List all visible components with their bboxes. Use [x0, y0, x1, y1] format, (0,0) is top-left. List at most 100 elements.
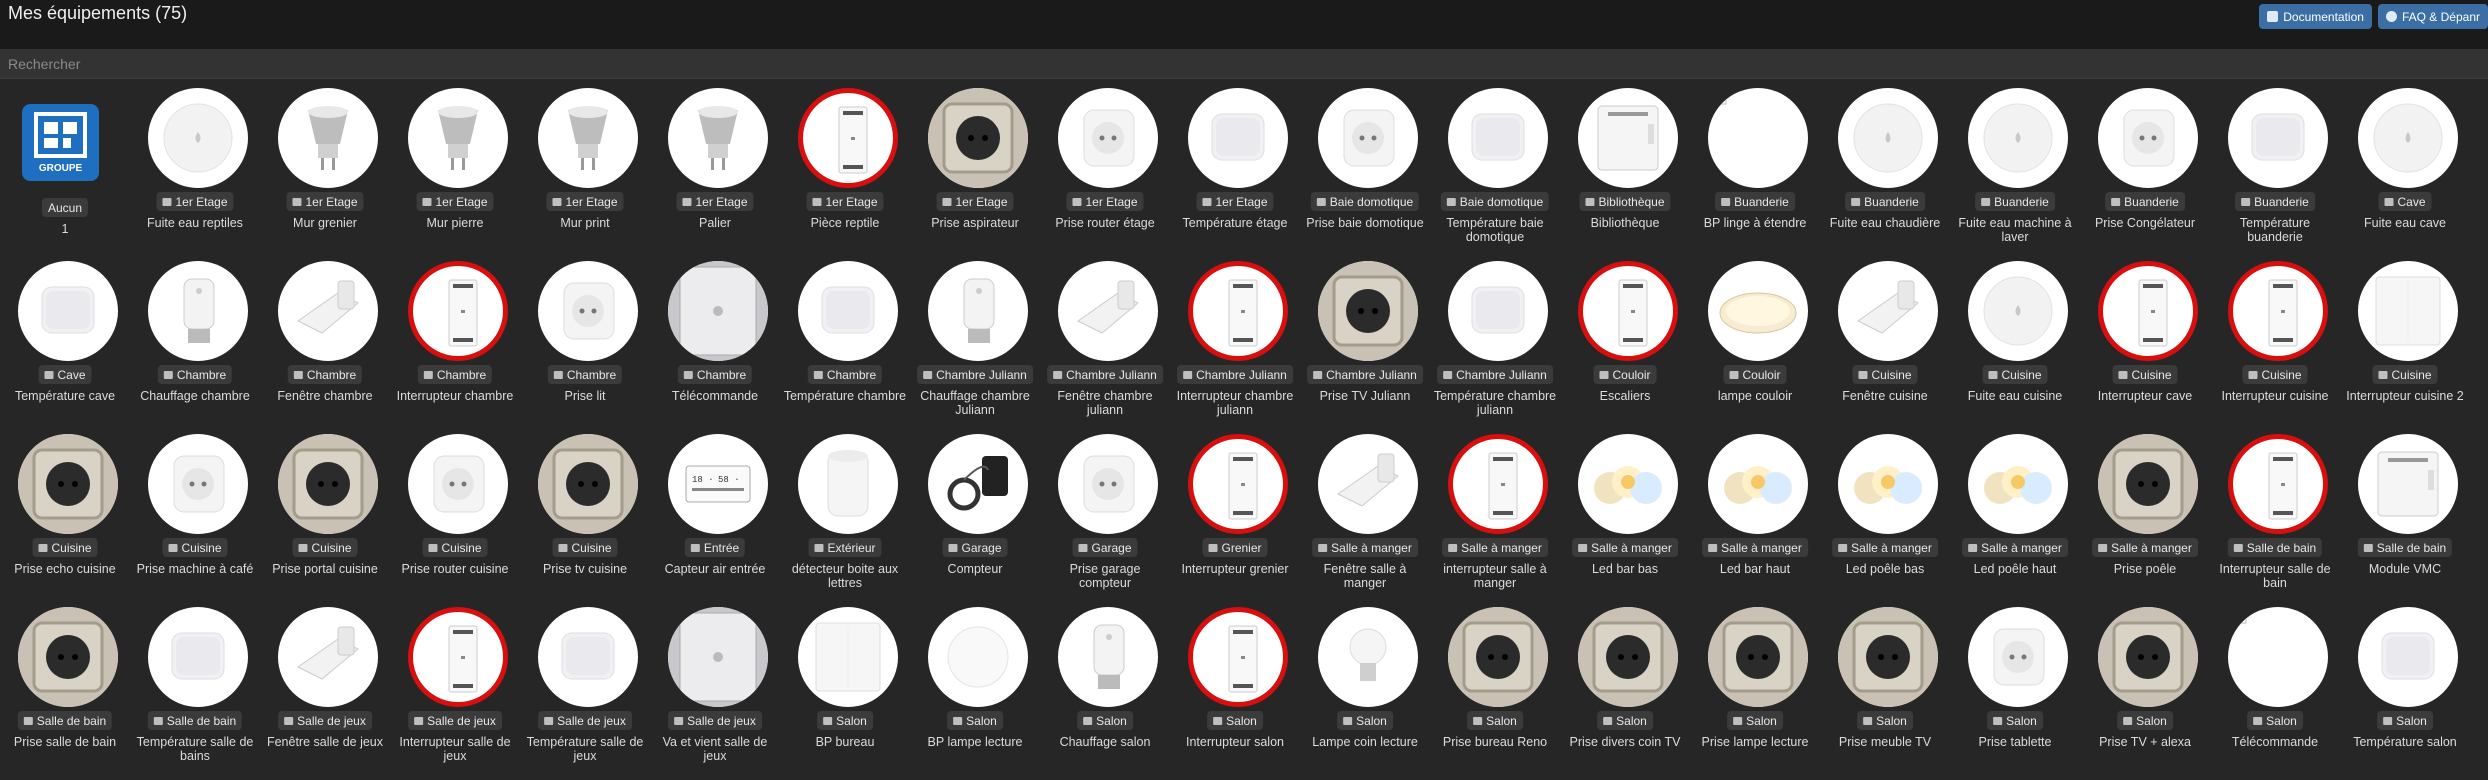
- equipment-image: [1188, 434, 1288, 534]
- equipment-name: Fenêtre chambre: [277, 389, 373, 403]
- equipment-card[interactable]: Salon BP bureau: [780, 607, 910, 780]
- equipment-card[interactable]: Extérieur détecteur boite aux lettres: [780, 434, 910, 607]
- equipment-card[interactable]: Chambre Prise lit: [520, 261, 650, 434]
- equipment-card[interactable]: Buanderie Fuite eau machine à laver: [1950, 88, 2080, 261]
- room-icon: [168, 543, 178, 552]
- equipment-card[interactable]: 1er Etage Mur grenier: [260, 88, 390, 261]
- room-label: Chambre Juliann: [1326, 367, 1417, 382]
- equipment-card[interactable]: Salon BP lampe lecture: [910, 607, 1040, 780]
- equipment-card[interactable]: Salon Interrupteur salon: [1170, 607, 1300, 780]
- room-label: Salle de jeux: [427, 713, 496, 728]
- equipment-card[interactable]: 1er Etage Prise router étage: [1040, 88, 1170, 261]
- equipment-card[interactable]: Salle à manger Led bar bas: [1560, 434, 1690, 607]
- faq-button[interactable]: FAQ & Dépanr: [2377, 4, 2488, 29]
- equipment-name: Va et vient salle de jeux: [662, 735, 768, 763]
- equipment-card[interactable]: Salle de bain Prise salle de bain: [0, 607, 130, 780]
- search-input[interactable]: [6, 53, 2480, 75]
- equipment-name: Prise lampe lecture: [1701, 735, 1809, 749]
- equipment-card[interactable]: Garage Prise garage compteur: [1040, 434, 1170, 607]
- room-badge: 1er Etage: [936, 192, 1014, 211]
- equipment-card[interactable]: Salle à manger Led poêle haut: [1950, 434, 2080, 607]
- equipment-card[interactable]: Cuisine Fenêtre cuisine: [1820, 261, 1950, 434]
- equipment-card[interactable]: Salon Température salon: [2340, 607, 2470, 780]
- equipment-card[interactable]: Cuisine Interrupteur cave: [2080, 261, 2210, 434]
- equipment-card[interactable]: Couloir Escaliers: [1560, 261, 1690, 434]
- equipment-card[interactable]: Salle à manger Led poêle bas: [1820, 434, 1950, 607]
- room-label: Salle de bain: [36, 713, 107, 728]
- equipment-card[interactable]: Cave Fuite eau cave: [2340, 88, 2470, 261]
- equipment-card[interactable]: Cuisine Prise portal cuisine: [260, 434, 390, 607]
- room-icon: [2233, 543, 2243, 552]
- equipment-card[interactable]: Salle de bain Module VMC: [2340, 434, 2470, 607]
- equipment-image: [408, 434, 508, 534]
- equipment-card[interactable]: Buanderie Température buanderie: [2210, 88, 2340, 261]
- equipment-card[interactable]: Cuisine Fuite eau cuisine: [1950, 261, 2080, 434]
- equipment-card[interactable]: Salle à manger Led bar haut: [1690, 434, 1820, 607]
- equipment-card[interactable]: Chambre Juliann Prise TV Juliann: [1300, 261, 1430, 434]
- equipment-card[interactable]: Baie domotique Température baie domotiqu…: [1430, 88, 1560, 261]
- room-label: Chambre: [436, 367, 487, 382]
- equipment-card[interactable]: 1er Etage Pièce reptile: [780, 88, 910, 261]
- equipment-card[interactable]: Salle de jeux Température salle de jeux: [520, 607, 650, 780]
- equipment-card[interactable]: Chambre Interrupteur chambre: [390, 261, 520, 434]
- equipment-card[interactable]: Salon Prise bureau Reno: [1430, 607, 1560, 780]
- equipment-card[interactable]: Salon Chauffage salon: [1040, 607, 1170, 780]
- equipment-image: [1968, 607, 2068, 707]
- equipment-card[interactable]: 1er Etage Prise aspirateur: [910, 88, 1040, 261]
- equipment-card[interactable]: Chambre Température chambre: [780, 261, 910, 434]
- equipment-card[interactable]: Chambre Juliann Interrupteur chambre jul…: [1170, 261, 1300, 434]
- equipment-card[interactable]: Baie domotique Prise baie domotique: [1300, 88, 1430, 261]
- equipment-card[interactable]: Salle de bain Température salle de bains: [130, 607, 260, 780]
- equipment-card[interactable]: Chambre Fenêtre chambre: [260, 261, 390, 434]
- equipment-card[interactable]: Cuisine Interrupteur cuisine: [2210, 261, 2340, 434]
- equipment-card[interactable]: 1er Etage Mur print: [520, 88, 650, 261]
- room-label: Buanderie: [2254, 194, 2309, 209]
- equipment-card[interactable]: 1er Etage Mur pierre: [390, 88, 520, 261]
- equipment-card[interactable]: Salle de jeux Fenêtre salle de jeux: [260, 607, 390, 780]
- equipment-card[interactable]: Couloir lampe couloir: [1690, 261, 1820, 434]
- room-badge: Baie domotique: [1440, 192, 1550, 211]
- equipment-card[interactable]: Salon Prise tablette: [1950, 607, 2080, 780]
- equipment-card[interactable]: 1er Etage Température étage: [1170, 88, 1300, 261]
- equipment-card[interactable]: Garage Compteur: [910, 434, 1040, 607]
- equipment-card[interactable]: Salle de bain Interrupteur salle de bain: [2210, 434, 2340, 607]
- equipment-card[interactable]: Buanderie Fuite eau chaudière: [1820, 88, 1950, 261]
- equipment-card[interactable]: Cave Température cave: [0, 261, 130, 434]
- equipment-card[interactable]: Salle à manger interrupteur salle à mang…: [1430, 434, 1560, 607]
- equipment-card[interactable]: Cuisine Interrupteur cuisine 2: [2340, 261, 2470, 434]
- room-badge: Salle à manger: [1832, 538, 1938, 557]
- equipment-card[interactable]: Salon Prise divers coin TV: [1560, 607, 1690, 780]
- room-badge: Chambre Juliann: [1177, 365, 1293, 384]
- equipment-card[interactable]: Cuisine Prise echo cuisine: [0, 434, 130, 607]
- equipment-card[interactable]: Salon Prise lampe lecture: [1690, 607, 1820, 780]
- equipment-image: [1578, 261, 1678, 361]
- equipment-card[interactable]: Cuisine Prise machine à café: [130, 434, 260, 607]
- equipment-card[interactable]: Bibliothèque Bibliothèque: [1560, 88, 1690, 261]
- equipment-card[interactable]: Chambre Juliann Fenêtre chambre juliann: [1040, 261, 1170, 434]
- room-badge: Salle à manger: [1312, 538, 1418, 557]
- equipment-card[interactable]: Cuisine Prise tv cuisine: [520, 434, 650, 607]
- equipment-card[interactable]: Salon Prise meuble TV: [1820, 607, 1950, 780]
- equipment-card[interactable]: Chambre Télécommande: [650, 261, 780, 434]
- equipment-card[interactable]: Chambre Chauffage chambre: [130, 261, 260, 434]
- equipment-card[interactable]: Salle de jeux Va et vient salle de jeux: [650, 607, 780, 780]
- equipment-card[interactable]: Buanderie Prise Congélateur: [2080, 88, 2210, 261]
- equipment-card[interactable]: Grenier Interrupteur grenier: [1170, 434, 1300, 607]
- equipment-card[interactable]: 1er Etage Palier: [650, 88, 780, 261]
- equipment-card[interactable]: Salon Télécommande: [2210, 607, 2340, 780]
- equipment-card[interactable]: Salle à manger Prise poêle: [2080, 434, 2210, 607]
- equipment-card[interactable]: 18 · 58 · Entrée Capteur air entrée: [650, 434, 780, 607]
- equipment-card[interactable]: Chambre Juliann Température chambre juli…: [1430, 261, 1560, 434]
- room-label: Salon: [836, 713, 867, 728]
- documentation-button[interactable]: Documentation: [2259, 4, 2372, 29]
- equipment-card[interactable]: Salon Prise TV + alexa: [2080, 607, 2210, 780]
- equipment-card[interactable]: Buanderie BP linge à étendre: [1690, 88, 1820, 261]
- equipment-card[interactable]: Chambre Juliann Chauffage chambre Julian…: [910, 261, 1040, 434]
- equipment-image: [1708, 434, 1808, 534]
- equipment-card[interactable]: Salle de jeux Interrupteur salle de jeux: [390, 607, 520, 780]
- equipment-card[interactable]: Cuisine Prise router cuisine: [390, 434, 520, 607]
- equipment-card[interactable]: 1er Etage Fuite eau reptiles: [130, 88, 260, 261]
- group-card[interactable]: GROUPE Aucun 1: [0, 88, 130, 261]
- equipment-card[interactable]: Salon Lampe coin lecture: [1300, 607, 1430, 780]
- equipment-card[interactable]: Salle à manger Fenêtre salle à manger: [1300, 434, 1430, 607]
